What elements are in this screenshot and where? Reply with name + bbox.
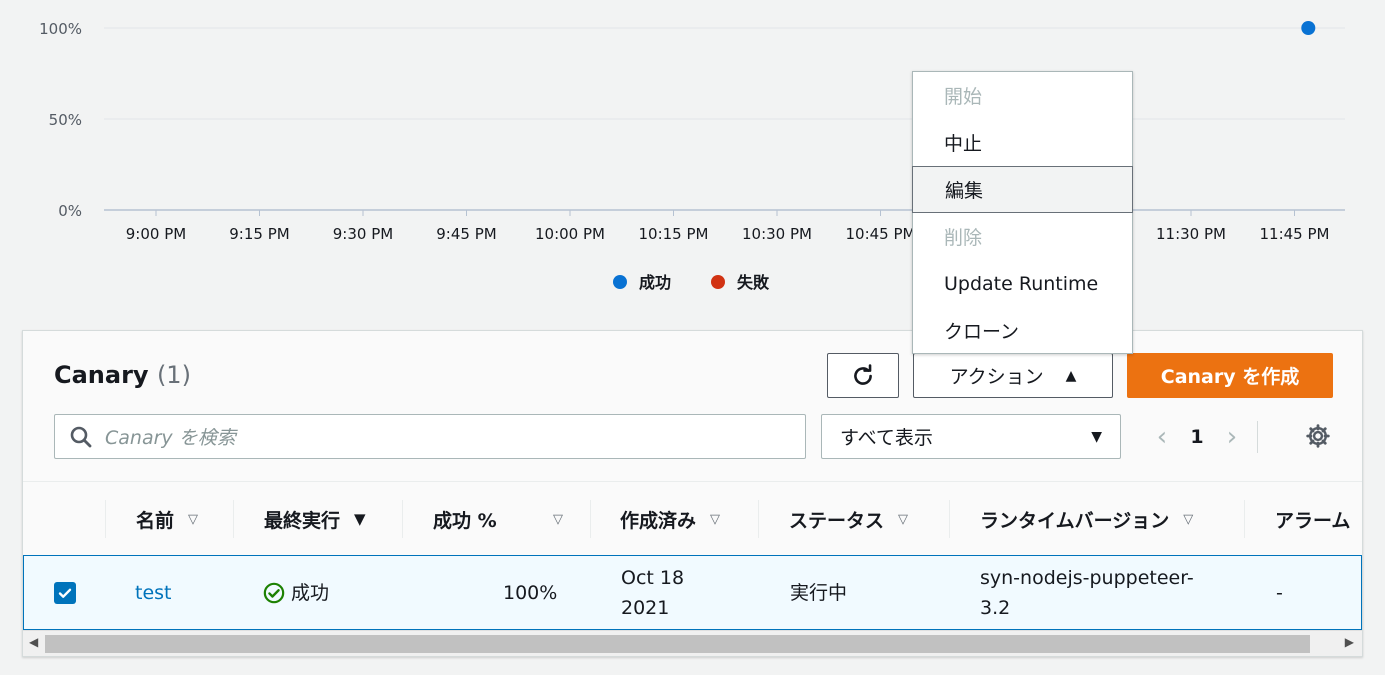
y-tick-label: 100% [39, 20, 82, 38]
runtime-cell: syn-nodejs-puppeteer- 3.2 [980, 556, 1194, 629]
x-tick-label: 9:15 PM [229, 225, 289, 243]
sort-icon: ▽ [710, 511, 721, 527]
search-icon [70, 426, 92, 447]
search-placeholder: Canary を検索 [105, 427, 236, 449]
table-row[interactable]: test 成功 100% Oct 18 2021 実行中 syn-nodejs-… [23, 555, 1362, 630]
sort-icon: ▽ [553, 511, 563, 527]
menu-item-update-runtime[interactable]: Update Runtime [913, 260, 1132, 307]
action-menu: 開始 中止 編集 削除 Update Runtime クローン [912, 71, 1133, 354]
column-header-alarm[interactable]: アラーム [1275, 482, 1350, 556]
action-button[interactable]: アクション ▲ [913, 353, 1113, 398]
column-divider [1244, 500, 1245, 538]
data-point [1301, 21, 1316, 35]
column-divider [949, 500, 950, 538]
column-header-last-run[interactable]: 最終実行 ▼ [264, 482, 366, 556]
create-canary-label: Canary を作成 [1160, 366, 1300, 388]
table-header: 名前 ▽ 最終実行 ▼ 成功 % ▽ 作成済み ▽ ステータス ▽ ランタイムバージョン ▽… [23, 481, 1362, 555]
runtime-line2: 3.2 [980, 596, 1011, 619]
horizontal-scrollbar[interactable]: ◀ ▶ [23, 630, 1362, 656]
y-tick-label: 0% [58, 202, 82, 220]
sort-icon: ▽ [1183, 511, 1194, 527]
alarm-cell: - [1276, 581, 1283, 604]
column-header-runtime[interactable]: ランタイムバージョン ▽ [980, 482, 1193, 556]
menu-item-stop[interactable]: 中止 [913, 119, 1132, 166]
column-divider [590, 500, 591, 538]
runtime-line1: syn-nodejs-puppeteer- [980, 566, 1194, 589]
sort-icon: ▽ [188, 511, 199, 527]
caret-down-icon: ▼ [1091, 428, 1102, 445]
x-tick-label: 9:00 PM [126, 225, 186, 243]
created-date: Oct 18 [621, 566, 685, 589]
column-label: ランタイムバージョン [980, 509, 1170, 532]
refresh-icon [854, 363, 872, 385]
filter-select[interactable]: すべて表示 ▼ [821, 414, 1121, 459]
status-cell: 実行中 [790, 581, 848, 604]
success-pct-cell: 100% [503, 581, 558, 604]
sort-active-icon: ▼ [354, 510, 366, 528]
gear-icon[interactable] [1305, 423, 1331, 449]
row-checkbox[interactable] [54, 556, 76, 629]
created-year: 2021 [621, 596, 670, 619]
search-input[interactable]: Canary を検索 [54, 414, 806, 459]
filter-select-value: すべて表示 [840, 427, 933, 449]
legend-marker [613, 275, 627, 289]
column-header-created[interactable]: 作成済み ▽ [620, 482, 720, 556]
x-tick-label: 10:15 PM [639, 225, 709, 243]
panel-title-count: (1) [156, 361, 191, 389]
column-label: 作成済み [620, 509, 697, 532]
column-label: 成功 % [433, 509, 497, 532]
pagination: ‹ 1 › [1147, 419, 1268, 455]
column-label: アラーム [1275, 509, 1351, 532]
x-tick-label: 10:45 PM [846, 225, 916, 243]
menu-item-delete[interactable]: 削除 [913, 213, 1132, 260]
column-label: ステータス [789, 509, 885, 532]
x-tick-label: 11:30 PM [1156, 225, 1226, 243]
refresh-button[interactable] [827, 353, 899, 398]
next-page-icon[interactable]: › [1217, 422, 1247, 452]
last-run-cell: 成功 [263, 556, 329, 629]
column-label: 最終実行 [264, 509, 341, 532]
scrollbar-thumb[interactable] [45, 635, 1310, 653]
action-button-label: アクション [949, 366, 1044, 388]
column-label: 名前 [136, 509, 175, 532]
checkbox-checked-icon [54, 581, 76, 604]
menu-item-clone[interactable]: クローン [913, 307, 1132, 354]
canary-name-link[interactable]: test [135, 556, 172, 629]
success-check-icon [263, 582, 285, 603]
column-divider [105, 500, 106, 538]
column-divider [402, 500, 403, 538]
x-tick-label: 10:30 PM [742, 225, 812, 243]
panel-title-text: Canary [54, 361, 149, 389]
page-number[interactable]: 1 [1177, 426, 1217, 448]
panel-title: Canary (1) [54, 361, 191, 389]
legend-marker [711, 275, 725, 289]
y-tick-label: 50% [49, 111, 82, 129]
column-header-success[interactable]: 成功 % ▽ [433, 482, 563, 556]
scroll-right-icon[interactable]: ▶ [1345, 635, 1354, 649]
created-cell: Oct 18 2021 [621, 556, 684, 629]
column-header-status[interactable]: ステータス ▽ [789, 482, 908, 556]
menu-item-start[interactable]: 開始 [913, 72, 1132, 119]
x-tick-label: 11:45 PM [1260, 225, 1330, 243]
menu-item-edit[interactable]: 編集 [912, 166, 1133, 213]
sort-icon: ▽ [898, 511, 909, 527]
success-rate-chart: 100% 50% 0% 9:00 PM 9:15 PM 9:30 PM 9:45 PM 10:… [0, 0, 1385, 320]
caret-up-icon: ▲ [1065, 367, 1077, 384]
column-divider [233, 500, 234, 538]
legend-label: 成功 [639, 273, 671, 292]
last-run-text: 成功 [291, 581, 330, 604]
x-tick-label: 9:30 PM [333, 225, 393, 243]
create-canary-button[interactable]: Canary を作成 [1127, 353, 1333, 398]
column-divider [758, 500, 759, 538]
legend-label: 失敗 [737, 273, 770, 292]
scroll-left-icon[interactable]: ◀ [29, 635, 38, 649]
pager-divider [1257, 421, 1258, 453]
column-header-name[interactable]: 名前 ▽ [136, 482, 198, 556]
prev-page-icon[interactable]: ‹ [1147, 422, 1177, 452]
chart-svg: 100% 50% 0% 9:00 PM 9:15 PM 9:30 PM 9:45 PM 10:… [39, 20, 1345, 292]
x-tick-label: 10:00 PM [535, 225, 605, 243]
canary-panel: Canary (1) アクション ▲ Canary を作成 Canary を検索… [22, 330, 1363, 657]
x-tick-label: 9:45 PM [436, 225, 496, 243]
